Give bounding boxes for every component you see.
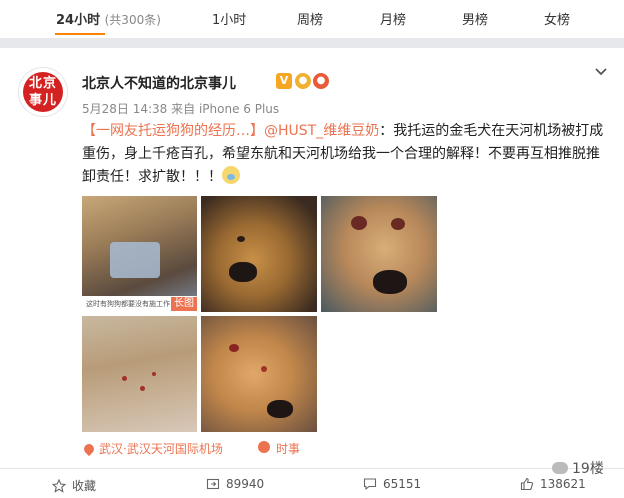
repost-icon (206, 478, 220, 490)
photo-detail (152, 372, 156, 376)
post-action-bar: 收藏 89940 65151 138621 (0, 468, 624, 498)
topic-icon (258, 441, 270, 453)
tab-monthly[interactable]: 月榜 (380, 9, 406, 28)
medal-icon: ● (313, 73, 329, 89)
photo-detail (229, 262, 257, 282)
post-time[interactable]: 5月28日 14:38 (82, 102, 167, 116)
like-button[interactable]: 138621 (520, 477, 586, 491)
avatar[interactable]: 北京 事儿 (18, 67, 68, 117)
avatar-logo: 北京 事儿 (23, 72, 63, 112)
photo-detail (229, 344, 239, 352)
mention-link[interactable]: @HUST_维维豆奶 (264, 123, 379, 139)
like-count: 138621 (540, 477, 586, 491)
thumbs-up-icon (520, 477, 534, 491)
photo-detail (140, 386, 145, 391)
verified-badge-icon: V (276, 73, 292, 89)
photo-detail (237, 236, 245, 242)
tab-1h[interactable]: 1小时 (212, 9, 246, 28)
tab-weekly[interactable]: 周榜 (297, 9, 323, 28)
tab-female[interactable]: 女榜 (544, 9, 570, 28)
star-icon (51, 478, 67, 493)
tab-24h[interactable]: 24小时 (共300条) (56, 9, 161, 28)
post-photo-1[interactable]: 这时有狗狗都要没有施工作 长图 (82, 196, 197, 312)
watermark-icon (552, 462, 568, 474)
photo-detail (373, 270, 407, 294)
photo-detail (267, 400, 293, 418)
photo-detail (351, 216, 367, 230)
tab-male[interactable]: 男榜 (462, 9, 488, 28)
post-photo-3[interactable] (321, 196, 437, 312)
post-text: 【一网友托运狗狗的经历…】@HUST_维维豆奶：我托运的金毛犬在天河机场被打成重… (82, 120, 612, 189)
weibo-post-card: 北京 事儿 北京人不知道的北京事儿 V ● ● 5月28日 14:38 来自 iP… (0, 48, 624, 468)
photo-detail (261, 366, 267, 372)
watermark-text: 19楼 (572, 461, 604, 477)
crying-emoji-icon (222, 166, 240, 184)
repost-count: 89940 (226, 477, 265, 491)
post-meta: 5月28日 14:38 来自 iPhone 6 Plus (82, 100, 279, 117)
topic-link[interactable]: 时事 (276, 440, 300, 457)
photo-detail (110, 242, 160, 278)
watermark: 19楼 (552, 458, 604, 478)
comment-button[interactable]: 65151 (363, 477, 421, 491)
tab-24h-count: (共300条) (104, 13, 161, 27)
ranking-tab-bar: 24小时 (共300条) 1小时 周榜 月榜 男榜 女榜 (0, 0, 624, 38)
post-photo-5[interactable] (201, 316, 317, 432)
tab-24h-label: 24小时 (56, 13, 101, 28)
active-tab-indicator (55, 33, 105, 35)
section-divider (0, 38, 624, 48)
location-pin-icon (81, 441, 97, 457)
post-photo-2[interactable] (201, 196, 317, 312)
long-image-badge: 长图 (171, 297, 197, 311)
author-name[interactable]: 北京人不知道的北京事儿 (82, 73, 236, 93)
photo-detail (391, 218, 405, 230)
post-photo-4[interactable] (82, 316, 197, 432)
photo-detail (122, 376, 127, 381)
comment-icon (363, 478, 377, 491)
favorite-button[interactable]: 收藏 (51, 477, 97, 494)
medal-icon: ● (295, 73, 311, 89)
repost-button[interactable]: 89940 (206, 477, 264, 491)
location-label: 武汉·武汉天河国际机场 (99, 442, 223, 456)
location-link[interactable]: 武汉·武汉天河国际机场 (81, 440, 223, 457)
favorite-label: 收藏 (72, 479, 97, 493)
chevron-down-icon[interactable] (594, 65, 608, 79)
post-source: 来自 iPhone 6 Plus (171, 102, 280, 116)
comment-count: 65151 (383, 477, 422, 491)
post-title-link[interactable]: 【一网友托运狗狗的经历…】 (82, 123, 264, 139)
